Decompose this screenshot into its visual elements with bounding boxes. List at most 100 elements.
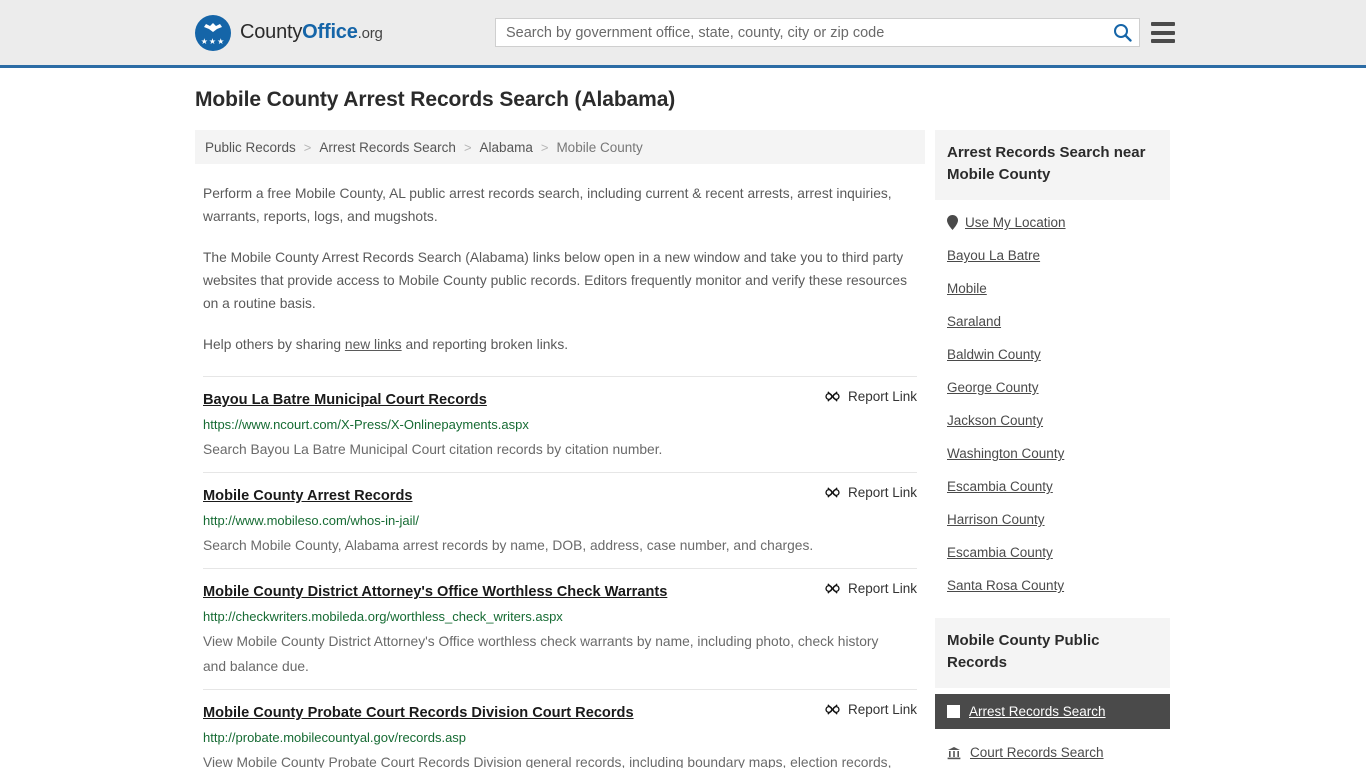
search-icon <box>1113 24 1132 42</box>
sidebar-link-label[interactable]: Court Records Search <box>970 745 1104 760</box>
listing-description: View Mobile County Probate Court Records… <box>203 755 892 768</box>
report-link-label: Report Link <box>847 389 917 404</box>
report-link-button[interactable]: Report Link <box>825 581 917 596</box>
sidebar-link-label[interactable]: Use My Location <box>965 215 1066 230</box>
listing-url[interactable]: https://www.ncourt.com/X-Press/X-Onlinep… <box>203 416 917 434</box>
sidebar-link-label[interactable]: Saraland <box>947 314 1001 329</box>
sidebar-item-harrison-county[interactable]: Harrison County <box>935 503 1170 536</box>
report-link-label: Report Link <box>847 485 917 500</box>
intro-paragraph-2: The Mobile County Arrest Records Search … <box>203 250 907 311</box>
logo-stars: ★★★ <box>200 36 226 46</box>
listing-title[interactable]: Mobile County District Attorney's Office… <box>203 581 667 603</box>
sidebar-link-label[interactable]: Bayou La Batre <box>947 248 1040 263</box>
sidebar-item-court-records-search[interactable]: Court Records Search <box>935 735 1170 768</box>
listing-title[interactable]: Mobile County Arrest Records <box>203 485 412 507</box>
sidebar-link-label[interactable]: Washington County <box>947 446 1064 461</box>
listing-description: Search Bayou La Batre Municipal Court ci… <box>203 442 663 457</box>
map-pin-icon <box>947 215 958 230</box>
intro-paragraph-1: Perform a free Mobile County, AL public … <box>203 186 892 224</box>
sidebar-item-baldwin-county[interactable]: Baldwin County <box>935 338 1170 371</box>
listing-item: Mobile County Arrest Records http://www.… <box>203 472 917 568</box>
listing-url[interactable]: http://checkwriters.mobileda.org/worthle… <box>203 608 917 626</box>
unlink-icon <box>825 583 840 594</box>
page-title: Mobile County Arrest Records Search (Ala… <box>195 88 676 111</box>
sidebar-item-arrest-records-search[interactable]: Arrest Records Search <box>935 694 1170 729</box>
listing-title[interactable]: Mobile County Probate Court Records Divi… <box>203 702 634 724</box>
listings: Bayou La Batre Municipal Court Records h… <box>195 376 925 768</box>
sidebar-near-links: Use My Location Bayou La Batre Mobile Sa… <box>935 200 1170 602</box>
sidebar-link-label[interactable]: Escambia County <box>947 479 1053 494</box>
search-button[interactable] <box>1105 19 1139 46</box>
listing-description: View Mobile County District Attorney's O… <box>203 634 879 674</box>
breadcrumb: Public Records > Arrest Records Search >… <box>195 130 925 164</box>
courthouse-icon <box>947 746 961 759</box>
listing-item: Bayou La Batre Municipal Court Records h… <box>203 376 917 472</box>
new-links-link[interactable]: new links <box>345 337 402 352</box>
sidebar-item-george-county[interactable]: George County <box>935 371 1170 404</box>
listing-item: Mobile County Probate Court Records Divi… <box>203 689 917 768</box>
hamburger-bar-1 <box>1151 22 1175 26</box>
unlink-icon <box>825 704 840 715</box>
sidebar-item-bayou-la-batre[interactable]: Bayou La Batre <box>935 239 1170 272</box>
intro-text: Perform a free Mobile County, AL public … <box>195 182 925 356</box>
unlink-icon <box>825 391 840 402</box>
hamburger-bar-2 <box>1151 30 1175 35</box>
site-logo[interactable]: ★★★ CountyOffice.org <box>195 14 383 51</box>
eagle-icon <box>204 22 222 32</box>
sidebar-link-label[interactable]: Jackson County <box>947 413 1043 428</box>
unlink-icon <box>825 487 840 498</box>
sidebar-link-label[interactable]: Baldwin County <box>947 347 1041 362</box>
content-row: Public Records > Arrest Records Search >… <box>195 130 1366 768</box>
intro-paragraph-3: Help others by sharing new links and rep… <box>203 333 917 356</box>
sidebar-item-jackson-county[interactable]: Jackson County <box>935 404 1170 437</box>
report-link-button[interactable]: Report Link <box>825 389 917 404</box>
report-link-button[interactable]: Report Link <box>825 485 917 500</box>
main-column: Public Records > Arrest Records Search >… <box>195 130 925 768</box>
square-icon <box>947 705 960 718</box>
report-link-label: Report Link <box>847 702 917 717</box>
sidebar-item-santa-rosa-county[interactable]: Santa Rosa County <box>935 569 1170 602</box>
page-body: Mobile County Arrest Records Search (Ala… <box>0 68 1366 768</box>
breadcrumb-item-arrest-records-search[interactable]: Arrest Records Search <box>319 140 456 155</box>
sidebar-item-escambia-county-2[interactable]: Escambia County <box>935 536 1170 569</box>
sidebar-item-mobile[interactable]: Mobile <box>935 272 1170 305</box>
sidebar-heading-near: Arrest Records Search near Mobile County <box>935 130 1170 200</box>
listing-url[interactable]: http://probate.mobilecountyal.gov/record… <box>203 729 917 747</box>
sidebar-heading-public-records: Mobile County Public Records <box>935 618 1170 688</box>
county-office-logo-icon: ★★★ <box>195 14 231 51</box>
listing-description: Search Mobile County, Alabama arrest rec… <box>203 538 814 553</box>
breadcrumb-item-alabama[interactable]: Alabama <box>480 140 533 155</box>
listing-item: Mobile County District Attorney's Office… <box>203 568 917 689</box>
menu-button[interactable] <box>1151 19 1175 46</box>
breadcrumb-separator: > <box>303 139 312 155</box>
intro-p3-after: and reporting broken links. <box>401 337 569 352</box>
sidebar-link-label[interactable]: Arrest Records Search <box>969 704 1106 719</box>
sidebar-link-label[interactable]: Santa Rosa County <box>947 578 1064 593</box>
intro-p3-before: Help others by sharing <box>203 337 345 352</box>
logo-wordmark: CountyOffice.org <box>240 21 383 44</box>
sidebar-item-saraland[interactable]: Saraland <box>935 305 1170 338</box>
sidebar-item-use-my-location[interactable]: Use My Location <box>935 206 1170 239</box>
report-link-button[interactable]: Report Link <box>825 702 917 717</box>
listing-url[interactable]: http://www.mobileso.com/whos-in-jail/ <box>203 512 917 530</box>
sidebar: Arrest Records Search near Mobile County… <box>935 130 1170 768</box>
breadcrumb-separator: > <box>463 139 472 155</box>
report-link-label: Report Link <box>847 581 917 596</box>
logo-text-org: .org <box>357 25 383 42</box>
hamburger-bar-3 <box>1151 39 1175 43</box>
sidebar-item-washington-county[interactable]: Washington County <box>935 437 1170 470</box>
logo-text-county: County <box>240 21 303 43</box>
listing-title[interactable]: Bayou La Batre Municipal Court Records <box>203 389 487 411</box>
sidebar-link-label[interactable]: George County <box>947 380 1039 395</box>
sidebar-item-escambia-county[interactable]: Escambia County <box>935 470 1170 503</box>
breadcrumb-separator: > <box>540 139 549 155</box>
logo-text-office: Office <box>302 21 358 43</box>
sidebar-link-label[interactable]: Escambia County <box>947 545 1053 560</box>
site-header: ★★★ CountyOffice.org <box>0 0 1366 68</box>
sidebar-link-label[interactable]: Mobile <box>947 281 987 296</box>
sidebar-link-label[interactable]: Harrison County <box>947 512 1045 527</box>
breadcrumb-item-public-records[interactable]: Public Records <box>205 140 296 155</box>
search-input[interactable] <box>496 19 1105 46</box>
breadcrumb-item-mobile-county: Mobile County <box>556 139 643 155</box>
search-bar[interactable] <box>495 18 1140 47</box>
